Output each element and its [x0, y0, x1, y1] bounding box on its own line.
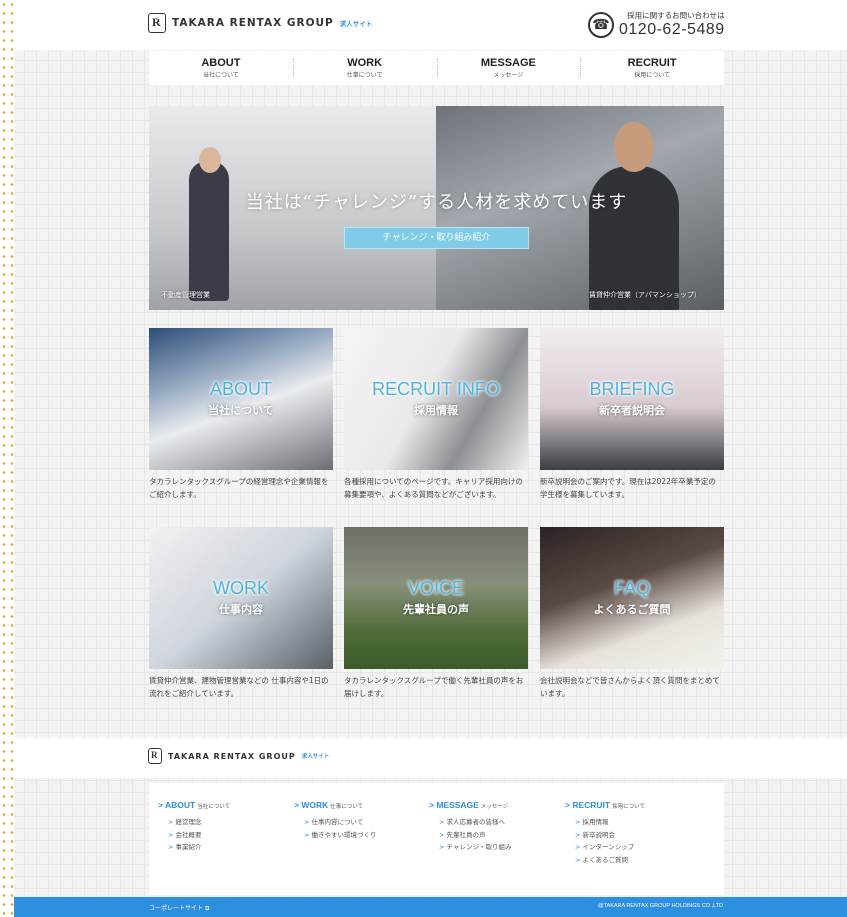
hero-person-left [189, 147, 229, 301]
nav-label: RECRUIT [627, 57, 677, 69]
card-voice[interactable]: VOICE 先輩社員の声 タカラレンタックスグループで働く先輩社員の声をお届けし… [344, 527, 528, 700]
card-subtitle: 仕事内容 [219, 603, 263, 616]
card-subtitle: よくあるご質問 [593, 603, 671, 616]
card-faq[interactable]: FAQ よくあるご質問 会社説明会などで皆さんからよく頂く質問をまとめています。 [540, 527, 724, 700]
sitemap-link[interactable]: 採用情報 [575, 816, 645, 829]
card-description: 各種採用についてのページです。キャリア採用向けの募集要項や、よくある質問などがご… [344, 477, 523, 499]
challenge-button[interactable]: チャレンジ・取り組み紹介 [344, 227, 529, 249]
phone-icon: ☎ [588, 11, 614, 38]
logo-text: TAKARA RENTAX GROUP [172, 17, 334, 29]
card-title: ABOUT [209, 379, 272, 399]
card-image[interactable]: VOICE 先輩社員の声 [344, 527, 528, 669]
hero-caption-right: 賃貸仲介営業（アパマンショップ） [589, 291, 701, 299]
sitemap-link[interactable]: 新卒説明会 [575, 829, 645, 842]
nav-label: ABOUT [201, 57, 241, 69]
external-link-icon: ⧉ [204, 905, 210, 912]
sitemap-heading[interactable]: > RECRUIT 採用について [565, 800, 645, 810]
sitemap-heading-sub: 当社について [197, 804, 231, 810]
sitemap-link[interactable]: よくあるご質問 [575, 854, 645, 867]
sitemap-heading-sub: メッセージ [480, 804, 509, 810]
sitemap-link[interactable]: インターンシップ [575, 841, 645, 854]
site-header: TAKARA RENTAX GROUP 求人サイト ☎ 採用に関するお問い合わせ… [0, 0, 847, 50]
nav-label: WORK [347, 57, 383, 69]
phone-number: 0120-62-5489 [619, 21, 725, 38]
corporate-site-label: コーポレートサイト [149, 905, 204, 912]
sitemap-column-work: > WORK仕事について 仕事内容について 働きやすい環境づくり [294, 800, 377, 841]
card-title: BRIEFING [589, 379, 675, 399]
footer-sitemap: > ABOUT当社について 経営理念 会社概要 事業紹介 > WORK仕事につい… [149, 783, 724, 895]
sitemap-heading[interactable]: > WORK 仕事について [294, 800, 377, 810]
sitemap-heading-label: ABOUT [165, 800, 196, 810]
card-description: 会社説明会などで皆さんからよく頂く質問をまとめています。 [540, 676, 720, 698]
copyright: @TAKARA RENTAX GROUP HOLDINGS CO.,LTD [598, 903, 723, 909]
global-nav: ABOUT 当社について WORK 仕事について MESSAGE メッセージ R… [149, 51, 724, 85]
nav-item-about[interactable]: ABOUT 当社について [149, 51, 293, 85]
hero-caption-left: 不動産管理営業 [161, 291, 210, 299]
card-description: 新卒説明会のご案内です。現在は2022年卒業予定の学生様を募集しています。 [540, 477, 716, 499]
logo-subtitle: 求人サイト [301, 754, 330, 760]
card-description: タカラレンタックスグループで働く先輩社員の声をお届けします。 [344, 676, 524, 698]
card-about[interactable]: ABOUT 当社について タカラレンタックスグループの経営理念や企業情報をご紹介… [149, 328, 333, 501]
card-title: FAQ [613, 578, 650, 598]
nav-item-message[interactable]: MESSAGE メッセージ [436, 51, 581, 85]
nav-sublabel: 仕事について [346, 72, 383, 79]
sitemap-heading-sub: 仕事について [330, 804, 364, 810]
logo-text: TAKARA RENTAX GROUP [168, 751, 296, 761]
card-briefing[interactable]: BRIEFING 新卒者説明会 新卒説明会のご案内です。現在は2022年卒業予定… [540, 328, 724, 501]
sitemap-heading-label: WORK [301, 800, 329, 810]
page-edge-decoration [0, 0, 14, 917]
hero-banner: 当社は“チャレンジ”する人材を求めています チャレンジ・取り組み紹介 不動産管理… [149, 106, 724, 310]
footer-logo[interactable]: TAKARA RENTAX GROUP 求人サイト [148, 748, 329, 764]
logo-mark-icon [148, 748, 162, 764]
sitemap-link[interactable]: 働きやすい環境づくり [304, 829, 377, 842]
sitemap-heading[interactable]: > MESSAGE メッセージ [429, 800, 511, 810]
sitemap-heading-sub: 採用について [612, 804, 645, 810]
nav-sublabel: 採用について [634, 72, 671, 79]
sitemap-link[interactable]: 先輩社員の声 [439, 829, 511, 842]
sitemap-link[interactable]: 会社概要 [168, 829, 230, 842]
card-subtitle: 当社について [208, 404, 274, 417]
card-image[interactable]: WORK 仕事内容 [149, 527, 333, 669]
sitemap-heading-label: MESSAGE [436, 800, 479, 810]
card-title: WORK [213, 578, 269, 598]
corporate-site-link[interactable]: コーポレートサイト ⧉ [149, 903, 209, 913]
card-title: RECRUIT INFO [372, 379, 500, 399]
sitemap-column-recruit: > RECRUIT採用について 採用情報 新卒説明会 インターンシップ よくある… [565, 800, 645, 866]
card-image[interactable]: RECRUIT INFO 採用情報 [344, 328, 528, 470]
sitemap-link[interactable]: チャレンジ・取り組み [439, 841, 512, 854]
card-subtitle: 先輩社員の声 [403, 603, 469, 616]
card-work[interactable]: WORK 仕事内容 賃貸仲介営業、建物管理営業などの 仕事内容や1日の流れをご紹… [149, 527, 333, 700]
phone-caption: 採用に関するお問い合わせは [627, 11, 725, 20]
sitemap-heading[interactable]: > ABOUT 当社について [158, 800, 230, 810]
hero-headline: 当社は“チャレンジ”する人材を求めています [245, 192, 628, 213]
card-image[interactable]: FAQ よくあるご質問 [540, 527, 724, 669]
nav-sublabel: メッセージ [493, 72, 524, 79]
card-title: VOICE [407, 578, 464, 598]
sitemap-link[interactable]: 事業紹介 [168, 841, 230, 854]
footer-bottom-bar: コーポレートサイト ⧉ @TAKARA RENTAX GROUP HOLDING… [0, 897, 847, 917]
nav-item-recruit[interactable]: RECRUIT 採用について [580, 51, 724, 85]
nav-label: MESSAGE [480, 57, 536, 69]
card-subtitle: 新卒者説明会 [599, 404, 665, 417]
card-subtitle: 採用情報 [414, 404, 458, 417]
card-image[interactable]: ABOUT 当社について [149, 328, 333, 470]
sitemap-column-message: > MESSAGEメッセージ 求人応募者の皆様へ 先輩社員の声 チャレンジ・取り… [429, 800, 511, 854]
nav-item-work[interactable]: WORK 仕事について [292, 51, 437, 85]
site-logo[interactable]: TAKARA RENTAX GROUP 求人サイト [148, 12, 372, 34]
phone-contact[interactable]: ☎ 採用に関するお問い合わせは 0120-62-5489 [588, 10, 725, 39]
sitemap-column-about: > ABOUT当社について 経営理念 会社概要 事業紹介 [158, 800, 230, 854]
logo-subtitle: 求人サイト [339, 20, 373, 28]
sitemap-link[interactable]: 仕事内容について [304, 816, 377, 829]
card-image[interactable]: BRIEFING 新卒者説明会 [540, 328, 724, 470]
nav-sublabel: 当社について [202, 72, 239, 79]
logo-mark-icon [148, 13, 166, 33]
card-description: タカラレンタックスグループの経営理念や企業情報をご紹介します。 [149, 477, 329, 499]
sitemap-link[interactable]: 求人応募者の皆様へ [439, 816, 511, 829]
card-recruit-info[interactable]: RECRUIT INFO 採用情報 各種採用についてのページです。キャリア採用向… [344, 328, 528, 501]
card-description: 賃貸仲介営業、建物管理営業などの 仕事内容や1日の流れをご紹介しています。 [149, 676, 329, 698]
footer-logo-bar: TAKARA RENTAX GROUP 求人サイト [0, 738, 847, 778]
sitemap-heading-label: RECRUIT [572, 800, 611, 810]
sitemap-link[interactable]: 経営理念 [168, 816, 230, 829]
